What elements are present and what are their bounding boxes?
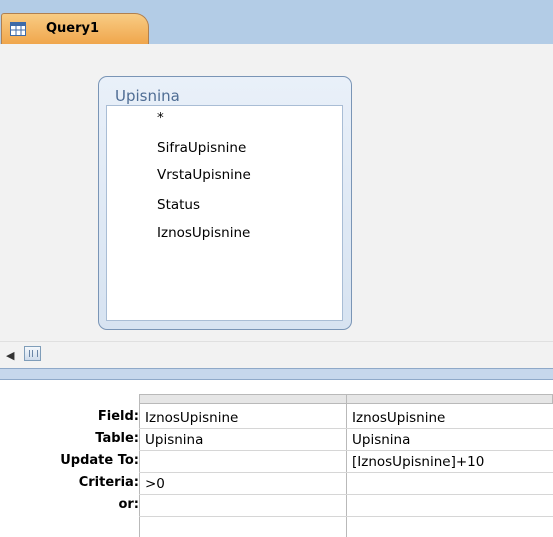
grid-row-line <box>139 472 553 473</box>
query-design-pane: Upisnina * SifraUpisnine VrstaUpisnine S… <box>0 44 553 344</box>
field-item-iznos[interactable]: IznosUpisnine <box>157 225 250 241</box>
pane-splitter[interactable] <box>0 368 553 380</box>
tab-label: Query1 <box>46 21 100 36</box>
grid-row-line <box>139 450 553 451</box>
column-selector-1[interactable] <box>139 394 347 404</box>
cell-table-2[interactable]: Upisnina <box>352 432 410 448</box>
row-label-table: Table: <box>95 431 139 446</box>
query-icon <box>10 22 26 36</box>
field-item-vrsta[interactable]: VrstaUpisnine <box>157 167 251 183</box>
field-list: * SifraUpisnine VrstaUpisnine Status Izn… <box>106 105 343 321</box>
horizontal-scrollbar[interactable]: ◀ <box>0 341 553 368</box>
field-item-status[interactable]: Status <box>157 197 200 213</box>
grid-row-line <box>139 428 553 429</box>
column-selector-2[interactable] <box>346 394 553 404</box>
cell-update-to-2[interactable]: [IznosUpisnine]+10 <box>352 454 484 470</box>
grid-divider <box>139 404 140 537</box>
grid-row-line <box>139 516 553 517</box>
cell-field-2[interactable]: IznosUpisnine <box>352 410 445 426</box>
cell-criteria-1[interactable]: >0 <box>145 476 165 492</box>
field-item-sifra[interactable]: SifraUpisnine <box>157 140 246 156</box>
cell-field-1[interactable]: IznosUpisnine <box>145 410 238 426</box>
query-design-grid: Field: Table: Update To: Criteria: or: I… <box>0 380 553 537</box>
scroll-left-arrow-icon[interactable]: ◀ <box>6 349 14 362</box>
tab-query1[interactable]: Query1 <box>1 13 149 44</box>
document-tab-bar: Query1 <box>0 0 553 44</box>
field-item-all[interactable]: * <box>157 110 164 126</box>
cell-table-1[interactable]: Upisnina <box>145 432 203 448</box>
table-title: Upisnina <box>115 87 180 105</box>
grid-divider <box>346 404 347 537</box>
grid-row-line <box>139 494 553 495</box>
row-label-field: Field: <box>97 409 139 424</box>
row-label-update-to: Update To: <box>60 453 139 468</box>
row-label-criteria: Criteria: <box>78 475 139 490</box>
row-label-or: or: <box>118 497 139 512</box>
table-upisnina[interactable]: Upisnina * SifraUpisnine VrstaUpisnine S… <box>98 76 352 330</box>
scroll-thumb[interactable] <box>24 346 41 361</box>
